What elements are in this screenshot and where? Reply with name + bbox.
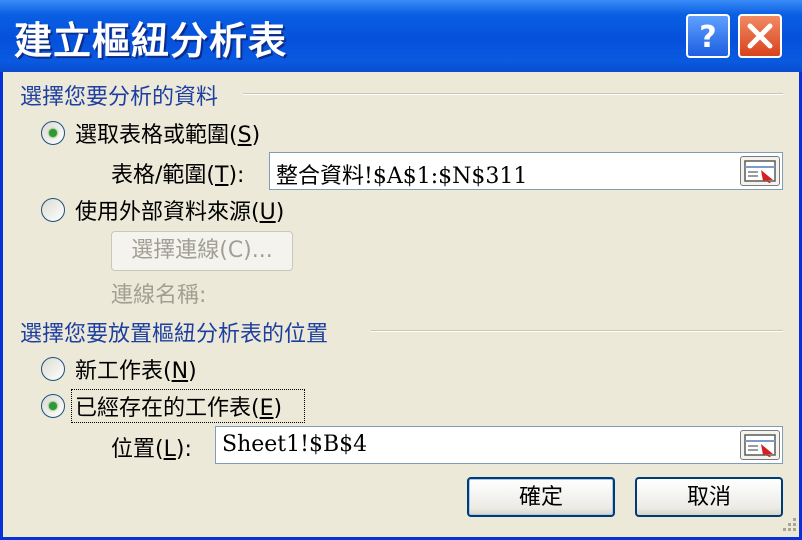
svg-text:?: ? bbox=[699, 20, 716, 55]
radio-external-source[interactable] bbox=[41, 198, 65, 222]
section-heading-data: 選擇您要分析的資料 bbox=[20, 85, 219, 110]
close-x-icon bbox=[747, 23, 773, 49]
location-picker-button[interactable] bbox=[740, 430, 780, 460]
choose-connection-button[interactable]: 選擇連線(C)... bbox=[111, 231, 293, 271]
section-divider bbox=[371, 330, 783, 332]
range-picker-button[interactable] bbox=[740, 156, 780, 186]
radio-new-worksheet[interactable] bbox=[41, 357, 65, 381]
connection-name-label: 連線名稱: bbox=[111, 283, 207, 308]
create-pivot-table-dialog: 建立樞紐分析表 ? 選擇您要分析的資料 選取表格或範圍(S) 表格/範圍(T):… bbox=[0, 0, 802, 540]
table-range-label: 表格/範圍(T): bbox=[111, 163, 245, 188]
section-divider bbox=[243, 93, 783, 95]
option-new-worksheet-label[interactable]: 新工作表(N) bbox=[75, 353, 197, 385]
dialog-title: 建立樞紐分析表 bbox=[14, 19, 288, 63]
option-existing-worksheet-label[interactable]: 已經存在的工作表(E) bbox=[75, 390, 282, 422]
help-question-icon: ? bbox=[699, 20, 716, 55]
close-button[interactable] bbox=[738, 14, 782, 58]
table-range-value: 整合資料!$A$1:$N$311 bbox=[276, 164, 528, 189]
resize-grip-icon[interactable] bbox=[781, 516, 799, 534]
location-input[interactable]: Sheet1!$B$4 bbox=[215, 426, 783, 464]
location-value: Sheet1!$B$4 bbox=[222, 432, 368, 457]
collapse-dialog-icon bbox=[744, 160, 776, 183]
title-bar[interactable]: 建立樞紐分析表 ? bbox=[0, 0, 802, 72]
cancel-button[interactable]: 取消 bbox=[635, 477, 783, 517]
ok-button[interactable]: 確定 bbox=[467, 477, 615, 517]
help-button[interactable]: ? bbox=[686, 14, 730, 58]
section-heading-location: 選擇您要放置樞紐分析表的位置 bbox=[20, 322, 329, 347]
radio-selected-dot bbox=[49, 402, 57, 410]
radio-select-table-range[interactable] bbox=[41, 121, 65, 145]
option-select-table-range-label[interactable]: 選取表格或範圍(S) bbox=[75, 117, 260, 149]
table-range-input[interactable]: 整合資料!$A$1:$N$311 bbox=[269, 152, 783, 190]
collapse-dialog-icon bbox=[744, 434, 776, 457]
radio-selected-dot bbox=[49, 129, 57, 137]
radio-existing-worksheet[interactable] bbox=[41, 394, 65, 418]
location-label: 位置(L): bbox=[111, 437, 192, 462]
option-external-source-label[interactable]: 使用外部資料來源(U) bbox=[75, 194, 284, 226]
